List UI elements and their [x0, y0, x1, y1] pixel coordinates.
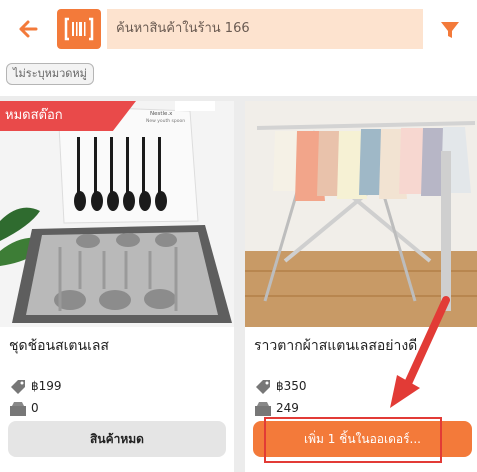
search-input[interactable]: ค้นหาสินค้าในร้าน 166: [107, 9, 423, 49]
package-sub-label: New youth spoon: [146, 118, 185, 124]
barcode-scan-button[interactable]: [57, 9, 101, 49]
product-card[interactable]: Nestle.x New youth spoon หมดสต๊อก ชุดช้อ…: [0, 101, 234, 472]
product-price: ฿199: [31, 379, 62, 393]
top-bar: ค้นหาสินค้าในร้าน 166: [0, 0, 477, 56]
product-name: ราวตากผ้าสแตนเลสอย่างดี: [254, 338, 418, 354]
category-chip[interactable]: ไม่ระบุหมวดหมู่: [6, 63, 94, 85]
filter-icon[interactable]: [437, 17, 463, 43]
price-tag-icon: [256, 379, 270, 394]
stock-box-icon: [255, 401, 271, 416]
product-stock: 0: [31, 401, 39, 415]
price-row: ฿199: [9, 377, 62, 395]
product-image: [245, 101, 477, 327]
price-row: ฿350: [254, 377, 307, 395]
product-stock: 249: [276, 401, 299, 415]
arrow-left-icon[interactable]: [12, 14, 46, 44]
price-tag-icon: [11, 379, 25, 394]
highlight-box: [264, 417, 442, 463]
stock-row: 249: [254, 399, 299, 417]
stock-row: 0: [9, 399, 39, 417]
product-image: Nestle.x New youth spoon: [0, 101, 234, 327]
category-filter-bar: ไม่ระบุหมวดหมู่: [0, 56, 477, 96]
product-name: ชุดช้อนสเตนเลส: [9, 338, 109, 354]
package-label: Nestle.x: [150, 111, 173, 117]
sold-out-badge: หมดสต๊อก: [0, 101, 136, 131]
barcode-scan-icon: [64, 17, 94, 41]
stock-box-icon: [10, 401, 26, 416]
product-price: ฿350: [276, 379, 307, 393]
sold-out-button[interactable]: สินค้าหมด: [8, 421, 226, 457]
